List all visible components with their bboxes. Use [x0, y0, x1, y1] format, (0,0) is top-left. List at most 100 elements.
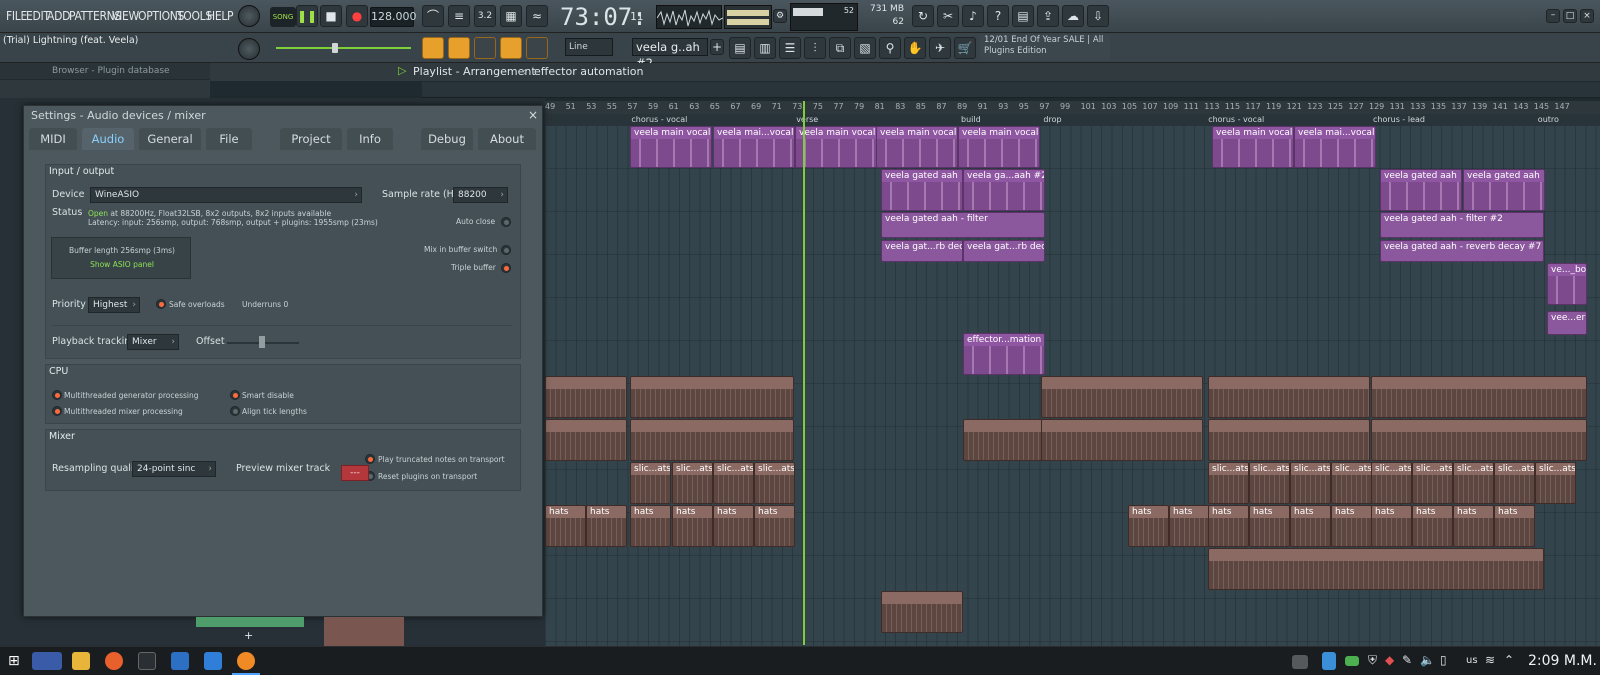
pattern-mode-icon[interactable] [422, 37, 444, 59]
playlist-clip[interactable]: hats [1412, 505, 1453, 547]
playlist-clip[interactable]: hats [1494, 505, 1535, 547]
tab-file[interactable]: File [206, 128, 252, 150]
playlist-clip[interactable]: slic...ats [1535, 462, 1576, 504]
playlist-clip[interactable] [1371, 376, 1587, 418]
playlist-clip[interactable]: veela main vocal #2 [795, 126, 877, 168]
show-asio-panel-link[interactable]: Show ASIO panel [52, 260, 192, 269]
settings-gear-icon[interactable]: ⚙ [773, 9, 787, 23]
playlist-clip[interactable]: slic...ats [1331, 462, 1372, 504]
tray-keyboard-icon[interactable] [1292, 655, 1308, 669]
playlist-clip[interactable]: veela gated aah - filter [881, 212, 1045, 238]
playlist-clip[interactable]: hats [630, 505, 671, 547]
playlist-clip[interactable]: hats [1128, 505, 1169, 547]
playlist-clip[interactable]: veela main vocal #5 [1212, 126, 1294, 168]
playlist-tracks[interactable]: veela main vocal #5 veela mai...vocal #6 v… [545, 126, 1600, 646]
playlist-clip[interactable]: veela main vocal #3 [876, 126, 958, 168]
countdown-icon[interactable]: 3.2 [474, 5, 496, 27]
playlist-clip[interactable]: slic...ats [672, 462, 713, 504]
playlist-clip[interactable] [630, 419, 794, 461]
playlist-clip[interactable]: veela main vocal #4 [958, 126, 1040, 168]
playlist-arrow-icon[interactable]: ▷ [398, 64, 406, 77]
network-app-icon[interactable] [171, 652, 189, 670]
playlist-clip[interactable]: slic...ats [630, 462, 671, 504]
playlist-clip[interactable]: slic...ats [1371, 462, 1412, 504]
menu-view[interactable]: VIEW [112, 9, 139, 23]
menu-add[interactable]: ADD [47, 9, 70, 23]
playlist-clip[interactable]: hats [672, 505, 713, 547]
firefox-icon[interactable] [105, 652, 123, 670]
download-icon[interactable]: ⇩ [1087, 5, 1109, 27]
cut-icon[interactable]: ✂ [937, 5, 959, 27]
arrangement-marker[interactable]: outro [1538, 115, 1559, 124]
maximize-icon[interactable]: □ [1563, 9, 1577, 23]
playlist-clip[interactable]: veela gat...rb decay [881, 240, 963, 262]
playlist-clip[interactable]: hats [545, 505, 586, 547]
master-pitch-knob[interactable] [238, 38, 260, 60]
step-edit-icon[interactable]: ▦ [500, 5, 522, 27]
arrangement-marker[interactable]: drop [1043, 115, 1061, 124]
playlist-clip[interactable]: hats [1169, 505, 1210, 547]
playlist-clip[interactable] [1371, 419, 1587, 461]
playlist-clip[interactable]: hats [754, 505, 795, 547]
playhead[interactable] [803, 101, 805, 645]
align-tick-toggle[interactable] [230, 406, 240, 416]
arrangement-marker[interactable]: chorus - lead [1373, 115, 1425, 124]
shop-cart-icon[interactable]: 🛒 [954, 37, 976, 59]
playlist-clip[interactable] [963, 419, 1045, 461]
chat-icon[interactable]: ☁ [1062, 5, 1084, 27]
help-icon[interactable]: ? [987, 5, 1009, 27]
playlist-clip[interactable]: hats [586, 505, 627, 547]
tray-language[interactable]: us [1466, 655, 1478, 666]
close-icon[interactable]: × [1580, 9, 1594, 23]
pattern-selector[interactable]: veela g..ah #2 [632, 38, 708, 70]
save-icon[interactable]: ▤ [1012, 5, 1034, 27]
playlist-clip[interactable]: veela gated aah [1463, 169, 1545, 211]
playlist-clip[interactable]: veela gated aah [881, 169, 963, 211]
sample-rate-select[interactable]: 88200 [453, 187, 508, 203]
resampling-select[interactable]: 24-point sinc [132, 461, 216, 477]
play-truncated-toggle[interactable] [365, 454, 375, 464]
tray-expand-icon[interactable]: ⌃ [1504, 653, 1514, 667]
terminal-icon[interactable] [138, 652, 156, 670]
fl-studio-task-icon[interactable] [237, 652, 255, 670]
undo-history-icon[interactable]: ↻ [912, 5, 934, 27]
touch-controller-icon[interactable]: ✋ [904, 37, 926, 59]
tempo-display[interactable]: 128.000 [370, 7, 417, 27]
device-select[interactable]: WineASIO [90, 187, 362, 203]
playlist-clip[interactable]: hats [1208, 505, 1249, 547]
playlist-clip[interactable]: effector...mation #3 [963, 333, 1045, 375]
playlist-clip[interactable] [1041, 419, 1203, 461]
playlist-clip[interactable]: slic...ats [1453, 462, 1494, 504]
playlist-clip[interactable]: slic...ats [713, 462, 754, 504]
menu-help[interactable]: HELP [207, 9, 234, 23]
playlist-clip[interactable]: vee...er [1547, 311, 1587, 335]
triple-buffer-toggle[interactable] [501, 263, 511, 273]
tab-general[interactable]: General [139, 128, 201, 150]
playlist-clip[interactable]: hats [713, 505, 754, 547]
paint-tool-icon[interactable] [474, 37, 496, 59]
stop-button[interactable]: ■ [320, 5, 342, 27]
file-manager-icon[interactable] [72, 652, 90, 670]
playlist-clip[interactable]: hats [1453, 505, 1494, 547]
mt-mixer-toggle[interactable] [52, 406, 62, 416]
wait-input-icon[interactable]: ≡ [448, 5, 470, 27]
arrangement-marker[interactable]: chorus - vocal [631, 115, 687, 124]
tab-info[interactable]: Info [347, 128, 393, 150]
volume-slider-handle[interactable] [332, 43, 338, 53]
playback-tracking-select[interactable]: Mixer [127, 334, 179, 350]
playlist-clip[interactable]: veela main vocal #5 [630, 126, 712, 168]
smart-disable-toggle[interactable] [230, 390, 240, 400]
playlist-clip[interactable]: veela mai...vocal #6 [1294, 126, 1376, 168]
microphone-icon[interactable]: ♪ [962, 5, 984, 27]
mixer-icon[interactable]: ⫶ [804, 37, 826, 59]
metronome-icon[interactable]: ⌒ [422, 5, 444, 27]
play-button[interactable]: ❚❚ [296, 5, 318, 27]
playlist-clip[interactable]: veela gated aah - filter #2 [1380, 212, 1544, 238]
project-picker-icon[interactable]: ▧ [854, 37, 876, 59]
arrangement-marker[interactable]: build [961, 115, 981, 124]
playlist-clip[interactable]: veela gated aah - reverb decay #7 [1380, 240, 1544, 262]
playlist-clip[interactable]: slic...ats [1249, 462, 1290, 504]
playlist-clip[interactable] [881, 591, 963, 633]
tab-project[interactable]: Project [280, 128, 342, 150]
playlist-clip[interactable]: hats [1371, 505, 1412, 547]
